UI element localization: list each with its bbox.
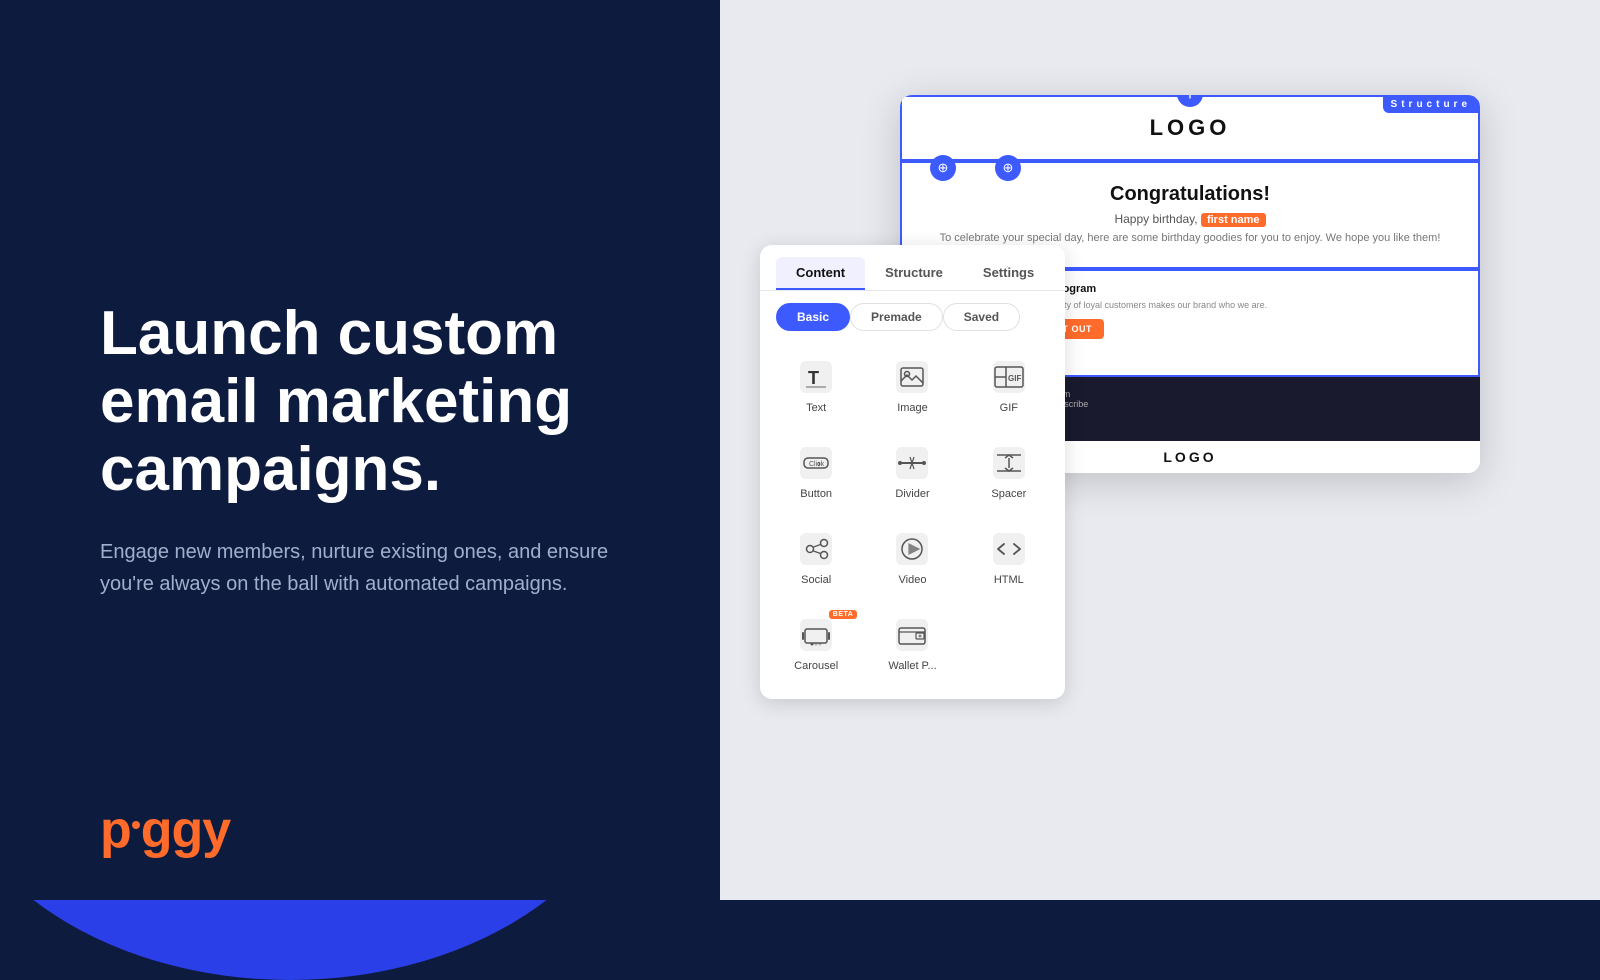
text-label: Text (806, 402, 826, 414)
social-label: Social (801, 574, 831, 586)
spacer-icon (990, 444, 1028, 482)
panel-tabs: Content Structure Settings (760, 245, 1065, 291)
birthday-line: Happy birthday, first name (922, 212, 1458, 226)
button-label: Button (800, 488, 832, 500)
content-grid: T Text Image (760, 343, 1065, 699)
structure-badge[interactable]: Structure (1383, 96, 1479, 113)
spacer-label: Spacer (991, 488, 1026, 500)
content-item-gif[interactable]: GIF GIF (961, 343, 1057, 429)
gif-icon: GIF (990, 358, 1028, 396)
button-icon: Click (797, 444, 835, 482)
social-icon (797, 530, 835, 568)
svg-text:Click: Click (809, 461, 825, 468)
content-item-video[interactable]: Video (864, 515, 960, 601)
right-section: + ⊕ ⊕ LOGO Structure ✕ (700, 0, 1600, 900)
content-item-divider[interactable]: Divider (864, 429, 960, 515)
content-item-spacer[interactable]: Spacer (961, 429, 1057, 515)
tab-structure[interactable]: Structure (865, 257, 963, 290)
first-name-tag: first name (1201, 213, 1266, 227)
headline: Launch custom email marketing campaigns. (100, 300, 640, 505)
text-icon: T (797, 358, 835, 396)
content-item-image[interactable]: Image (864, 343, 960, 429)
wallet-icon (893, 616, 931, 654)
svg-text:T: T (808, 368, 819, 388)
tab-settings[interactable]: Settings (963, 257, 1054, 290)
carousel-icon (797, 616, 835, 654)
filter-premade[interactable]: Premade (850, 303, 943, 331)
email-logo-text: LOGO (1150, 115, 1231, 140)
product-title: Loyalty program (1010, 283, 1462, 295)
image-label: Image (897, 402, 928, 414)
content-item-social[interactable]: Social (768, 515, 864, 601)
content-item-wallet[interactable]: Wallet P... (864, 601, 960, 687)
product-info: Loyalty program Our community of loyal c… (1010, 283, 1462, 340)
piggy-logo: pggy (100, 800, 230, 860)
content-panel: Content Structure Settings Basic Premade… (760, 245, 1065, 699)
gif-label: GIF (1000, 402, 1018, 414)
move-handle-2[interactable]: ⊕ (995, 155, 1021, 181)
svg-text:GIF: GIF (1008, 374, 1021, 383)
filter-tabs: Basic Premade Saved (760, 291, 1065, 343)
filter-basic[interactable]: Basic (776, 303, 850, 331)
wallet-label: Wallet P... (888, 660, 936, 672)
congrats-title: Congratulations! (922, 183, 1458, 206)
html-label: HTML (994, 574, 1024, 586)
left-section: Launch custom email marketing campaigns.… (0, 0, 720, 900)
content-item-text[interactable]: T Text (768, 343, 864, 429)
move-handle-1[interactable]: ⊕ (930, 155, 956, 181)
filter-saved[interactable]: Saved (943, 303, 1020, 331)
html-icon (990, 530, 1028, 568)
product-desc: Our community of loyal customers makes o… (1010, 299, 1462, 312)
content-item-html[interactable]: HTML (961, 515, 1057, 601)
tab-content[interactable]: Content (776, 257, 865, 290)
logo-dot (132, 821, 140, 829)
carousel-label: Carousel (794, 660, 838, 672)
divider-icon (893, 444, 931, 482)
video-label: Video (899, 574, 927, 586)
content-item-carousel[interactable]: BETA Carousel (768, 601, 864, 687)
content-item-button[interactable]: Click Button (768, 429, 864, 515)
divider-label: Divider (895, 488, 929, 500)
video-icon (893, 530, 931, 568)
beta-badge: BETA (829, 610, 858, 619)
subtext: Engage new members, nurture existing one… (100, 536, 620, 600)
image-icon (893, 358, 931, 396)
